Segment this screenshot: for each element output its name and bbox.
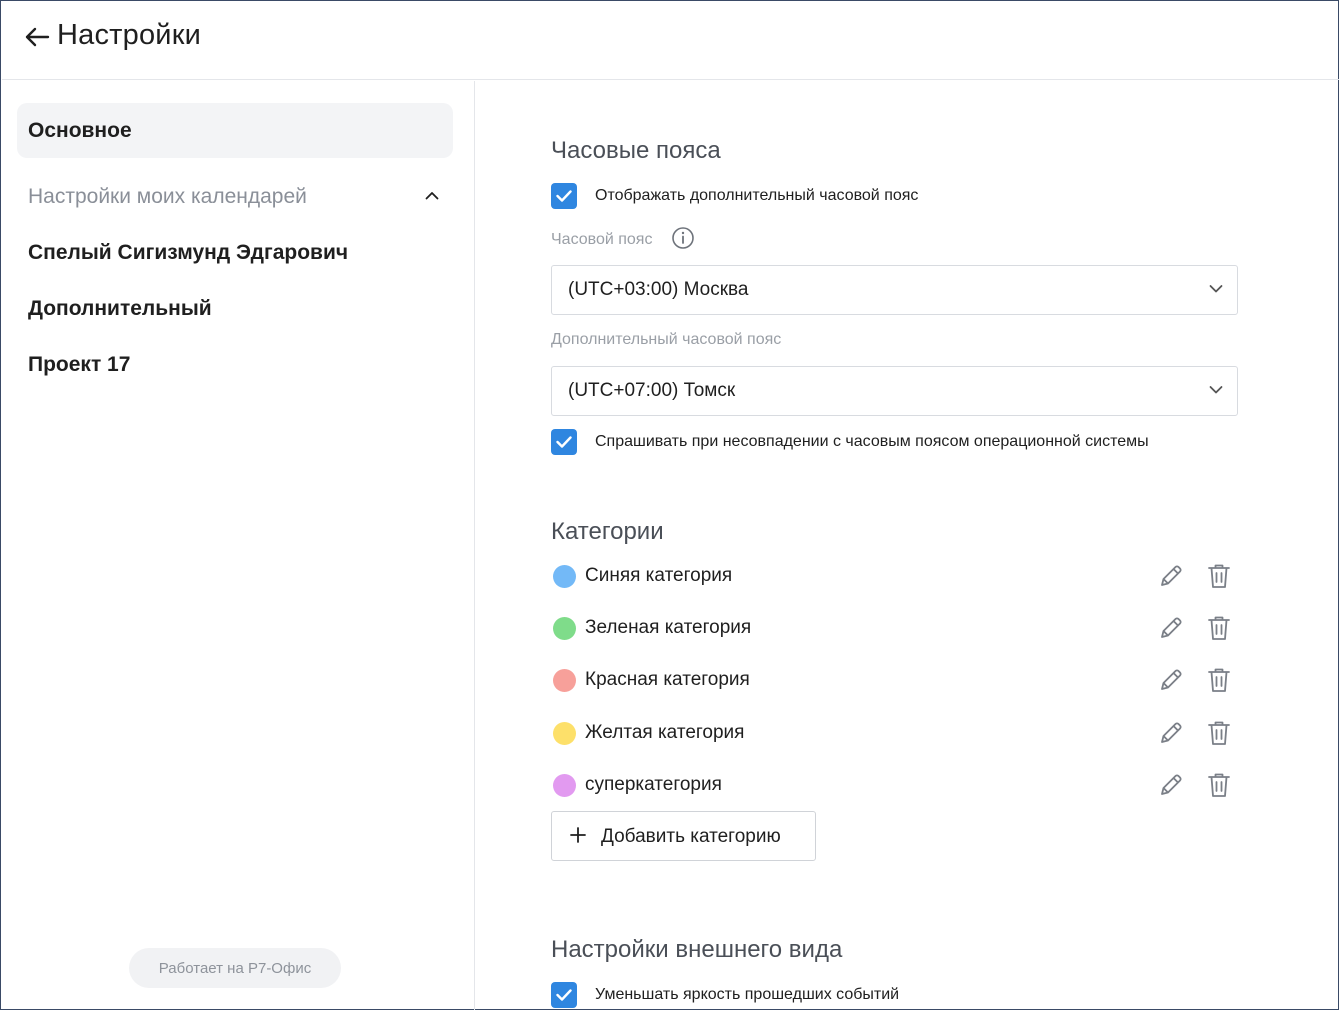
sidebar-item-label: Основное bbox=[28, 119, 132, 142]
category-row: Желтая категория bbox=[551, 718, 1241, 748]
category-row: Красная категория bbox=[551, 665, 1241, 695]
category-color-dot bbox=[553, 669, 576, 693]
category-color-dot bbox=[553, 773, 576, 797]
checkbox-label: Спрашивать при несовпадении с часовым по… bbox=[595, 433, 1149, 450]
dim-past-events-checkbox[interactable]: Уменьшать яркость прошедших событий bbox=[551, 982, 899, 1008]
category-row: Зеленая категория bbox=[551, 613, 1241, 643]
checkbox[interactable] bbox=[551, 429, 577, 455]
arrow-left-icon bbox=[25, 27, 50, 47]
checkbox-label: Уменьшать яркость прошедших событий bbox=[595, 986, 900, 1003]
check-icon bbox=[556, 989, 572, 1001]
trash-icon[interactable] bbox=[1206, 719, 1232, 747]
category-color-dot bbox=[553, 565, 576, 588]
pencil-icon[interactable] bbox=[1158, 772, 1184, 798]
chevron-up-icon bbox=[425, 192, 439, 200]
timezone-select-value: (UTC+03:00) Москва bbox=[568, 279, 749, 300]
pencil-icon[interactable] bbox=[1158, 667, 1184, 693]
sidebar-item-calendar[interactable]: Дополнительный bbox=[28, 297, 212, 321]
category-name: Красная категория bbox=[585, 669, 750, 691]
sidebar-group-my-calendars[interactable]: Настройки моих календарей bbox=[28, 185, 453, 215]
trash-icon[interactable] bbox=[1206, 771, 1232, 799]
category-name: Зеленая категория bbox=[585, 617, 752, 639]
category-row: суперкатегория bbox=[551, 770, 1241, 800]
section-title-appearance: Настройки внешнего вида bbox=[551, 936, 843, 963]
category-name: Желтая категория bbox=[585, 721, 745, 743]
sidebar-group-label: Настройки моих календарей bbox=[28, 185, 307, 208]
pencil-icon[interactable] bbox=[1158, 563, 1184, 589]
section-title-timezones: Часовые пояса bbox=[551, 137, 721, 164]
section-title-categories: Категории bbox=[551, 518, 664, 545]
timezone-label-text: Часовой пояс bbox=[551, 231, 653, 249]
category-name: Синяя категория bbox=[585, 565, 733, 586]
timezone-field-label: Часовой пояс bbox=[551, 226, 695, 252]
additional-timezone-label: Дополнительный часовой пояс bbox=[551, 331, 782, 348]
category-name: суперкатегория bbox=[585, 773, 722, 795]
page-title: Настройки bbox=[57, 19, 201, 51]
chevron-down-icon bbox=[1209, 285, 1223, 293]
additional-timezone-select[interactable]: (UTC+07:00) Томск bbox=[551, 366, 1238, 416]
check-icon bbox=[556, 436, 572, 448]
add-category-button[interactable]: Добавить категорию bbox=[551, 811, 816, 861]
header: Настройки bbox=[2, 2, 1339, 80]
checkbox[interactable] bbox=[551, 183, 577, 209]
sidebar-item-general[interactable]: Основное bbox=[17, 103, 453, 158]
sidebar: Основное Настройки моих календарей Спелы… bbox=[2, 81, 475, 1010]
settings-main: Часовые пояса Отображать дополнительный … bbox=[476, 81, 1339, 1010]
powered-by-badge[interactable]: Работает на Р7-Офис bbox=[129, 948, 341, 988]
category-color-dot bbox=[553, 617, 576, 641]
pencil-icon[interactable] bbox=[1158, 720, 1184, 746]
add-category-label: Добавить категорию bbox=[601, 826, 781, 847]
plus-icon bbox=[570, 827, 586, 843]
timezone-select[interactable]: (UTC+03:00) Москва bbox=[551, 265, 1238, 315]
trash-icon[interactable] bbox=[1206, 666, 1232, 694]
trash-icon[interactable] bbox=[1206, 614, 1232, 642]
info-icon[interactable] bbox=[671, 226, 695, 250]
back-button[interactable] bbox=[23, 23, 51, 51]
category-row: Синяя категория bbox=[551, 561, 1241, 591]
sidebar-item-calendar[interactable]: Спелый Сигизмунд Эдгарович bbox=[28, 241, 348, 265]
additional-timezone-select-value: (UTC+07:00) Томск bbox=[568, 380, 736, 401]
app-window: Настройки Основное Настройки моих календ… bbox=[0, 0, 1339, 1010]
ask-timezone-mismatch-checkbox[interactable]: Спрашивать при несовпадении с часовым по… bbox=[551, 429, 1149, 455]
pencil-icon[interactable] bbox=[1158, 615, 1184, 641]
chevron-down-icon bbox=[1209, 386, 1223, 394]
sidebar-item-calendar[interactable]: Проект 17 bbox=[28, 353, 130, 377]
check-icon bbox=[556, 190, 572, 202]
show-additional-timezone-checkbox[interactable]: Отображать дополнительный часовой пояс bbox=[551, 183, 918, 209]
checkbox[interactable] bbox=[551, 982, 577, 1008]
trash-icon[interactable] bbox=[1206, 562, 1232, 590]
checkbox-label: Отображать дополнительный часовой пояс bbox=[595, 187, 919, 204]
category-color-dot bbox=[553, 721, 576, 745]
